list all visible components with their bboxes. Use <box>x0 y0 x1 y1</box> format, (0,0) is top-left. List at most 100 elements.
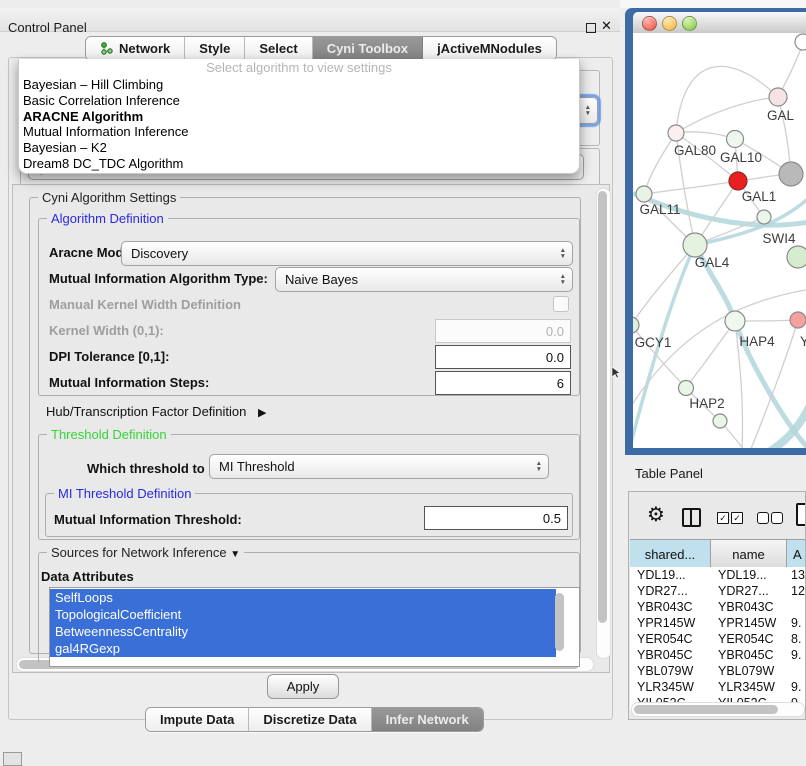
network-edge[interactable] <box>644 181 738 194</box>
tab-network-label: Network <box>119 41 170 56</box>
zoom-window-icon[interactable] <box>682 16 697 31</box>
dropdown-item-selected[interactable]: ARACNE Algorithm <box>19 109 579 125</box>
dropdown-item[interactable]: Basic Correlation Inference <box>19 93 579 109</box>
dropdown-item[interactable]: Bayesian – K2 <box>19 140 579 156</box>
deselect-checkbox-icon[interactable] <box>757 512 769 524</box>
settings-vertical-scrollbar[interactable] <box>596 188 611 659</box>
tab-infer-network-label: Infer Network <box>386 712 469 727</box>
deselect-checkbox-icon[interactable] <box>771 512 783 524</box>
close-window-icon[interactable] <box>642 16 657 31</box>
select-all-checkbox-icon[interactable]: ✓ <box>717 512 729 524</box>
network-edge[interactable] <box>676 97 778 133</box>
table-row[interactable]: YBL079W YBL079W <box>630 663 806 679</box>
network-node[interactable] <box>636 186 652 202</box>
network-graph[interactable]: GALGAL80GAL10GAL1GAL11SWI4GAL4GCY1HAP4YH… <box>633 33 806 448</box>
threshold-definition-title: Threshold Definition <box>47 427 171 442</box>
table-row[interactable]: YPR145W YPR145W 9. <box>630 615 806 631</box>
data-attributes-list[interactable]: SelfLoops TopologicalCoefficient Between… <box>49 587 580 667</box>
tab-network[interactable]: Network <box>86 37 185 60</box>
aracne-mode-combobox[interactable]: Discovery ▲▼ <box>121 241 573 266</box>
float-window-button[interactable] <box>586 23 596 33</box>
dpi-tolerance-field[interactable]: 0.0 <box>435 345 571 369</box>
expand-right-icon[interactable]: ▶ <box>258 406 266 419</box>
mouse-cursor <box>612 367 622 379</box>
network-node[interactable] <box>633 317 639 333</box>
list-item[interactable]: BetweennessCentrality <box>50 623 556 640</box>
which-threshold-combobox[interactable]: MI Threshold ▲▼ <box>209 454 549 479</box>
mi-threshold-field[interactable]: 0.5 <box>424 506 568 530</box>
network-node[interactable] <box>668 125 684 141</box>
combo-stepper-icon: ▲▼ <box>536 461 548 472</box>
mi-type-combobox[interactable]: Naive Bayes ▲▼ <box>275 267 573 292</box>
column-header-name[interactable]: name <box>711 540 787 568</box>
network-node[interactable] <box>787 246 806 268</box>
apply-button[interactable]: Apply <box>267 674 339 699</box>
tab-jactivemnodules[interactable]: jActiveMNodules <box>423 37 556 60</box>
mi-steps-field[interactable]: 6 <box>435 371 571 395</box>
column-header-shared-name[interactable]: shared... <box>630 540 711 568</box>
table-row[interactable]: YER054C YER054C 8. <box>630 631 806 647</box>
column-header-partial[interactable]: A <box>787 540 806 568</box>
table-panel-title: Table Panel <box>635 466 703 481</box>
table-horizontal-scrollbar-thumb[interactable] <box>634 705 778 714</box>
hub-definition-toggle[interactable]: Hub/Transcription Factor Definition ▶ <box>46 404 266 419</box>
mi-threshold-value: 0.5 <box>543 511 561 526</box>
minimize-window-icon[interactable] <box>662 16 677 31</box>
network-edge[interactable] <box>644 133 676 194</box>
list-scrollbar-thumb[interactable] <box>555 593 564 651</box>
tab-impute-data[interactable]: Impute Data <box>146 708 249 731</box>
collapsed-panel-icon[interactable] <box>3 752 22 766</box>
network-node[interactable] <box>757 210 771 224</box>
table-horizontal-scrollbar[interactable] <box>631 702 805 717</box>
network-node[interactable] <box>713 414 727 428</box>
network-edge[interactable] <box>686 321 735 388</box>
cell: YLR345W <box>711 680 787 694</box>
kernel-width-label: Kernel Width (0,1): <box>49 323 164 338</box>
collapse-down-icon[interactable]: ▼ <box>230 549 240 560</box>
network-window-titlebar[interactable] <box>633 12 806 34</box>
tab-infer-network[interactable]: Infer Network <box>372 708 483 731</box>
network-edge[interactable] <box>633 245 695 325</box>
network-node[interactable] <box>729 172 747 190</box>
network-edge[interactable] <box>633 289 806 411</box>
list-item[interactable]: gal4RGexp <box>50 640 556 657</box>
manual-kernel-checkbox[interactable] <box>553 296 569 312</box>
network-node[interactable] <box>727 131 744 148</box>
tab-style[interactable]: Style <box>185 37 245 60</box>
sources-group: Sources for Network Inference ▼ Data Att… <box>38 552 580 663</box>
tab-cyni-toolbox[interactable]: Cyni Toolbox <box>313 37 423 60</box>
mi-type-value: Naive Bayes <box>285 272 358 287</box>
list-item[interactable]: SelfLoops <box>50 589 556 606</box>
table-row[interactable]: YLR345W YLR345W 9. <box>630 679 806 695</box>
network-node[interactable] <box>679 381 694 396</box>
network-node[interactable] <box>779 162 803 186</box>
network-node[interactable] <box>725 311 745 331</box>
network-node[interactable] <box>790 312 806 328</box>
table-row[interactable]: YBR045C YBR045C 9. <box>630 647 806 663</box>
gear-icon[interactable]: ⚙ <box>647 505 665 525</box>
select-all-checkbox-icon[interactable]: ✓ <box>731 512 743 524</box>
columns-icon[interactable] <box>682 508 701 527</box>
combo-stepper-icon: ▲▼ <box>585 105 597 116</box>
close-panel-icon[interactable]: ✕ <box>601 18 612 34</box>
settings-vertical-scrollbar-thumb[interactable] <box>598 191 607 623</box>
tab-impute-data-label: Impute Data <box>160 712 234 727</box>
network-node[interactable] <box>769 88 787 106</box>
tab-select[interactable]: Select <box>245 37 312 60</box>
network-node[interactable] <box>683 233 707 257</box>
table-row[interactable]: YDR27... YDR27... 12 <box>630 583 806 599</box>
network-node-label: Y <box>800 334 806 349</box>
network-node[interactable] <box>795 34 806 50</box>
export-file-icon[interactable] <box>796 503 806 526</box>
dropdown-item[interactable]: Dream8 DC_TDC Algorithm <box>19 156 579 172</box>
list-item[interactable]: TopologicalCoefficient <box>50 606 556 623</box>
mi-threshold-label: Mutual Information Threshold: <box>54 512 242 527</box>
table-row[interactable]: YDL19... YDL19... 13 <box>630 567 806 583</box>
network-canvas[interactable]: GALGAL80GAL10GAL1GAL11SWI4GAL4GCY1HAP4YH… <box>633 33 806 448</box>
dropdown-item[interactable]: Mutual Information Inference <box>19 124 579 140</box>
dropdown-item[interactable]: Bayesian – Hill Climbing <box>19 77 579 93</box>
kernel-width-field[interactable]: 0.0 <box>435 319 571 343</box>
table-row[interactable]: YBR043C YBR043C <box>630 599 806 615</box>
mi-steps-label: Mutual Information Steps: <box>49 375 209 390</box>
tab-discretize-data[interactable]: Discretize Data <box>249 708 371 731</box>
